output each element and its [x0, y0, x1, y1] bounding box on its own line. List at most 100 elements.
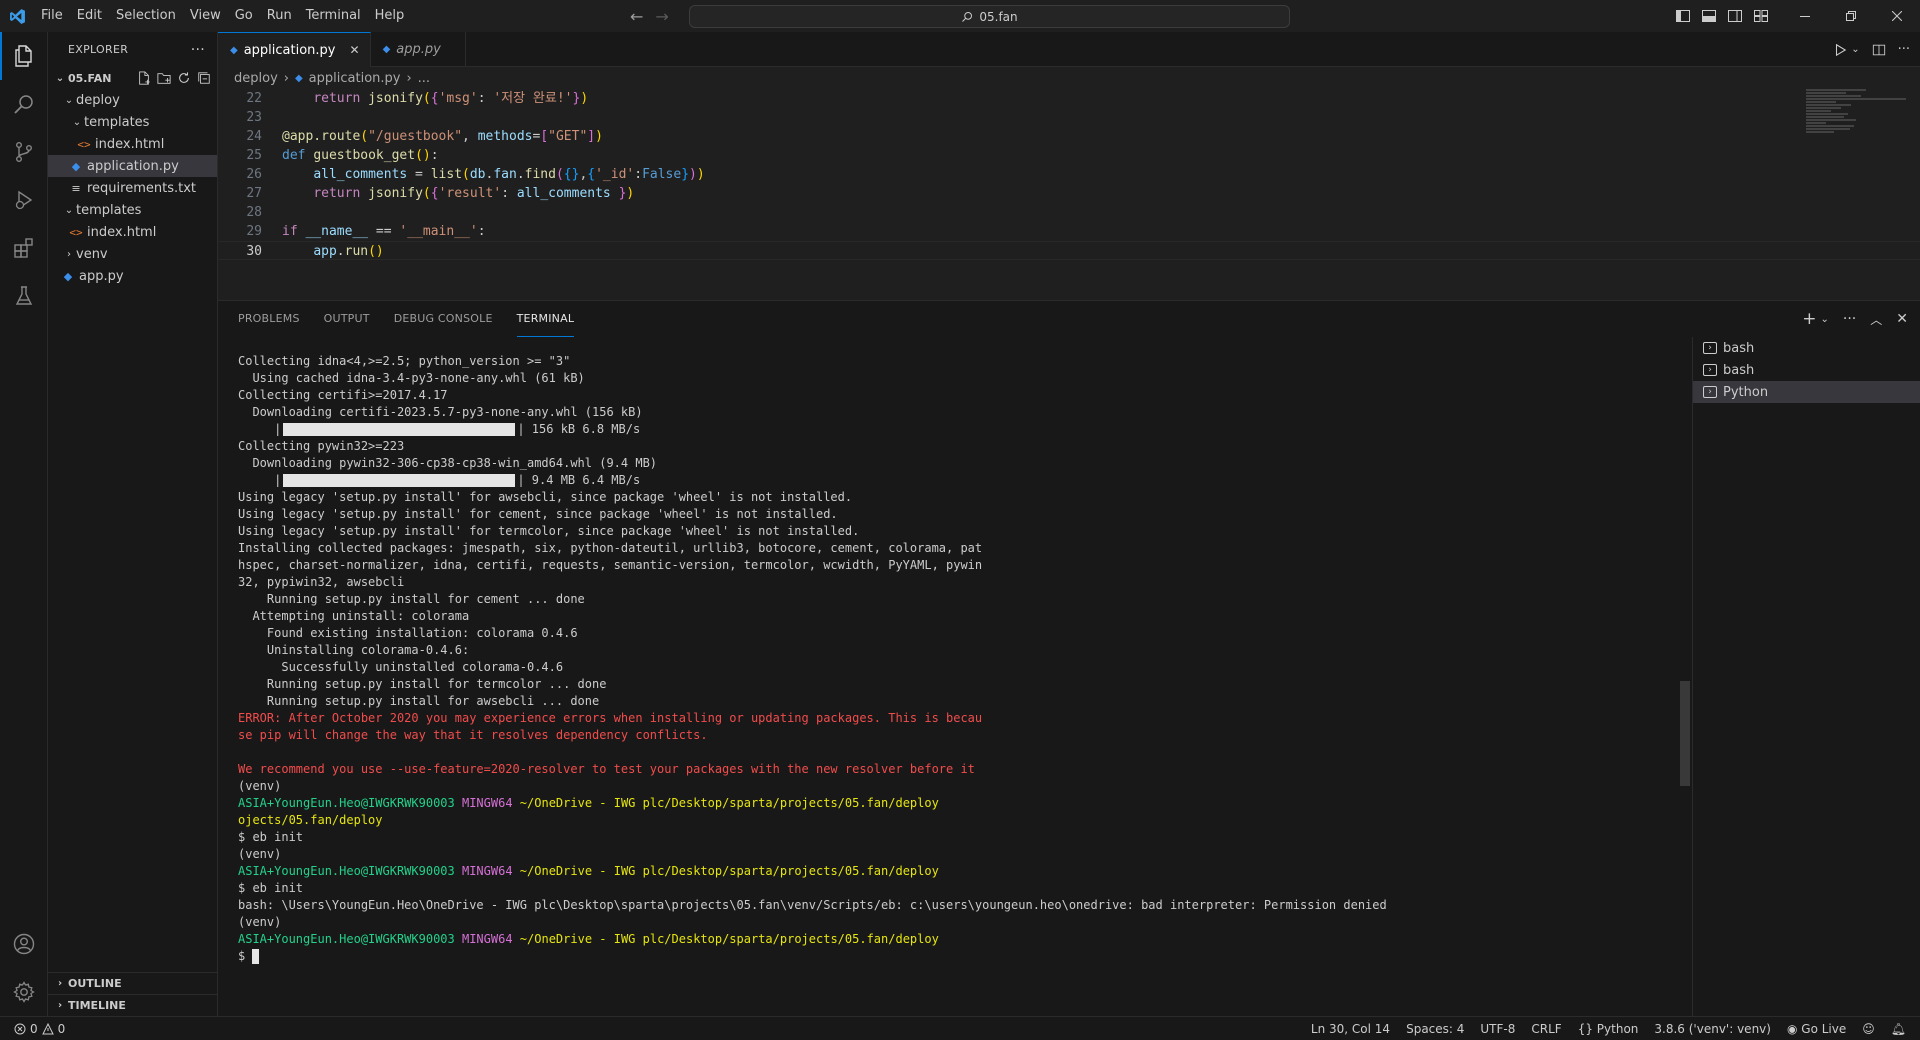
menu-terminal[interactable]: Terminal [299, 0, 368, 32]
restore-icon[interactable] [1828, 0, 1874, 32]
settings-gear-icon[interactable] [0, 968, 48, 1016]
tab-application-py[interactable]: ◆ application.py ✕ [218, 32, 371, 67]
close-window-icon[interactable] [1874, 0, 1920, 32]
python-file-icon: ◆ [230, 44, 238, 56]
terminal-list-item[interactable]: › bash [1693, 337, 1920, 359]
menu-file[interactable]: File [34, 0, 70, 32]
line-ending[interactable]: CRLF [1531, 1022, 1561, 1036]
terminal-line: Using legacy 'setup.py install' for ceme… [238, 507, 838, 521]
toggle-secondary-sidebar-icon[interactable] [1722, 0, 1748, 32]
chevron-down-icon[interactable]: ⌄ [1821, 314, 1829, 325]
menu-selection[interactable]: Selection [109, 0, 183, 32]
tab-problems[interactable]: PROBLEMS [238, 301, 300, 337]
account-icon[interactable] [0, 920, 48, 968]
close-panel-icon[interactable]: ✕ [1896, 311, 1908, 327]
encoding[interactable]: UTF-8 [1480, 1022, 1515, 1036]
collapse-all-icon[interactable] [197, 71, 211, 85]
code-editor[interactable]: 22 return jsonify({'msg': '저장 완료!'}) 23 … [218, 89, 1920, 260]
terminal-line: Collecting pywin32>=223 [238, 439, 405, 453]
python-interpreter[interactable]: 3.8.6 ('venv': venv) [1654, 1022, 1771, 1036]
tab-debug-console[interactable]: DEBUG CONSOLE [394, 301, 493, 337]
new-terminal-icon[interactable]: + [1802, 309, 1816, 329]
refresh-icon[interactable] [177, 71, 191, 85]
menu-run[interactable]: Run [260, 0, 299, 32]
tree-file-app-py[interactable]: ◆ app.py [48, 265, 217, 287]
chevron-down-icon[interactable]: ⌄ [1851, 44, 1859, 55]
terminal-prompt-line: ASIA+YoungEun.Heo@IWGKRWK90003 MINGW64 ~… [238, 931, 1708, 948]
more-actions-icon[interactable]: ··· [1898, 42, 1910, 57]
terminal-output[interactable]: Collecting idna<4,>=2.5; python_version … [238, 353, 1708, 965]
menu-view[interactable]: View [183, 0, 228, 32]
tree-folder-venv[interactable]: › venv [48, 243, 217, 265]
tree-label: app.py [79, 268, 124, 284]
terminal-line: Downloading pywin32-306-cp38-cp38-win_am… [238, 456, 658, 470]
notifications-bell-icon[interactable]: 🔔︎ [1891, 1022, 1906, 1036]
close-tab-icon[interactable]: ✕ [350, 43, 360, 57]
customize-layout-icon[interactable] [1748, 0, 1774, 32]
more-actions-icon[interactable]: ··· [1843, 311, 1856, 327]
terminal-list-item-active[interactable]: › Python [1693, 381, 1920, 403]
breadcrumb: deploy › ◆ application.py › ... [218, 67, 1920, 89]
testing-flask-icon[interactable] [0, 272, 48, 320]
forward-arrow-icon[interactable]: → [655, 7, 668, 26]
back-arrow-icon[interactable]: ← [630, 7, 643, 26]
tree-label: application.py [87, 158, 179, 174]
minimize-icon[interactable] [1782, 0, 1828, 32]
problems-status[interactable]: 0 0 [0, 1022, 65, 1036]
tab-terminal[interactable]: TERMINAL [516, 301, 575, 337]
terminal-cursor [252, 949, 260, 964]
warning-count: 0 [57, 1021, 66, 1036]
search-icon[interactable] [0, 80, 48, 128]
terminal-list-item[interactable]: › bash [1693, 359, 1920, 381]
chevron-down-icon: ⌄ [72, 116, 82, 128]
code-line: 22 return jsonify({'msg': '저장 완료!'}) [218, 89, 1920, 108]
toggle-panel-icon[interactable] [1696, 0, 1722, 32]
go-live-button[interactable]: ◉ Go Live [1787, 1022, 1846, 1036]
workspace-root[interactable]: ⌄ 05.FAN [48, 67, 217, 89]
tree-folder-templates-root[interactable]: ⌄ templates [48, 199, 217, 221]
source-control-icon[interactable] [0, 128, 48, 176]
tab-output[interactable]: OUTPUT [324, 301, 370, 337]
menu-go[interactable]: Go [228, 0, 260, 32]
tree-file-index-html[interactable]: <> index.html [48, 133, 217, 155]
terminal-line: Installing collected packages: jmespath,… [238, 541, 983, 555]
breadcrumb-folder[interactable]: deploy [234, 71, 278, 86]
menu-help[interactable]: Help [368, 0, 412, 32]
indentation[interactable]: Spaces: 4 [1406, 1022, 1464, 1036]
tree-file-index-html-root[interactable]: <> index.html [48, 221, 217, 243]
tree-folder-templates[interactable]: ⌄ templates [48, 111, 217, 133]
chevron-down-icon: ⌄ [64, 204, 74, 216]
breadcrumb-file[interactable]: application.py [309, 71, 401, 86]
run-python-file-icon[interactable] [1833, 43, 1847, 57]
split-editor-icon[interactable] [1872, 43, 1886, 57]
breadcrumb-more[interactable]: ... [418, 71, 430, 86]
cursor-position[interactable]: Ln 30, Col 14 [1311, 1022, 1390, 1036]
terminal-scrollbar[interactable] [1680, 681, 1690, 786]
menu-edit[interactable]: Edit [70, 0, 109, 32]
terminal-icon: › [1703, 364, 1717, 376]
explorer-icon[interactable] [0, 32, 48, 80]
progress-prefix: | [238, 473, 282, 487]
chevron-down-icon: ⌄ [55, 72, 65, 84]
toggle-sidebar-icon[interactable] [1670, 0, 1696, 32]
tab-app-py[interactable]: ◆ app.py [371, 32, 466, 67]
code-line: 29 if __name__ == '__main__': [218, 222, 1920, 241]
extensions-icon[interactable] [0, 224, 48, 272]
more-actions-icon[interactable]: ··· [191, 42, 205, 58]
tree-file-requirements-txt[interactable]: ≡ requirements.txt [48, 177, 217, 199]
tree-folder-deploy[interactable]: ⌄ deploy [48, 89, 217, 111]
command-center[interactable]: 05.fan [689, 5, 1290, 28]
minimap[interactable] [1806, 89, 1906, 169]
outline-section[interactable]: › OUTLINE [48, 972, 217, 994]
tree-label: index.html [95, 136, 165, 152]
tree-file-application-py[interactable]: ◆ application.py [48, 155, 217, 177]
timeline-section[interactable]: › TIMELINE [48, 994, 217, 1016]
new-file-icon[interactable] [137, 71, 151, 85]
terminal-input-line[interactable]: $ [238, 948, 1708, 965]
language-mode[interactable]: {} Python [1578, 1022, 1639, 1036]
terminal-line: Collecting idna<4,>=2.5; python_version … [238, 354, 571, 368]
maximize-panel-icon[interactable]: ︿ [1870, 311, 1882, 328]
new-folder-icon[interactable] [157, 71, 171, 85]
run-debug-icon[interactable] [0, 176, 48, 224]
feedback-icon[interactable]: ☺ [1862, 1022, 1875, 1036]
